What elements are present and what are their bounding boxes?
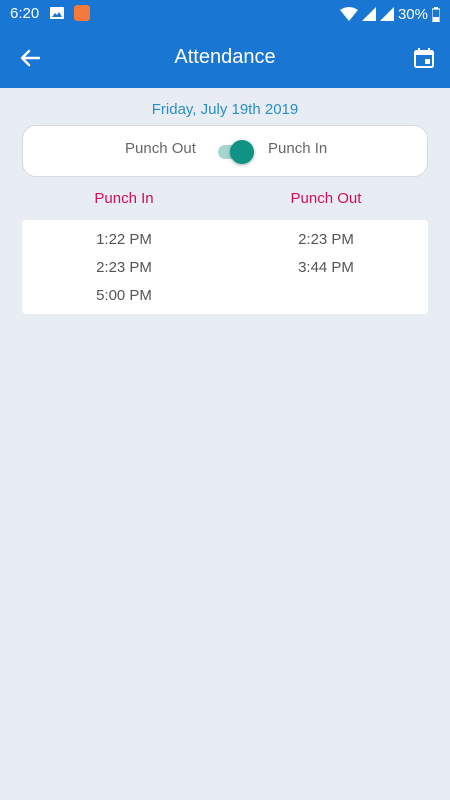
punch-in-time: 2:23 PM <box>96 259 152 276</box>
image-notification-icon <box>50 7 64 19</box>
punch-toggle-switch[interactable] <box>218 140 254 164</box>
switch-thumb <box>230 140 254 164</box>
calendar-icon <box>414 48 434 68</box>
punch-in-toggle-label: Punch In <box>268 140 328 157</box>
punch-out-time: 2:23 PM <box>298 231 354 248</box>
status-bar: 6:20 30% <box>0 0 450 28</box>
punch-in-time: 5:00 PM <box>96 287 152 304</box>
punch-out-column-header: Punch Out <box>290 190 362 207</box>
page-title: Attendance <box>174 46 276 68</box>
punch-times-card: 1:22 PM 2:23 PM 5:00 PM 2:23 PM 3:44 PM <box>22 220 428 314</box>
signal-icon <box>361 7 376 21</box>
calendar-button[interactable] <box>408 43 440 73</box>
wifi-icon <box>339 7 358 21</box>
battery-icon <box>432 6 440 22</box>
app-notification-icon <box>74 5 90 21</box>
selected-date: Friday, July 19th 2019 <box>151 101 299 118</box>
punch-out-time: 3:44 PM <box>298 259 354 276</box>
punch-in-time: 1:22 PM <box>96 231 152 248</box>
status-time: 6:20 <box>10 5 40 22</box>
signal-icon-secondary <box>379 7 394 21</box>
battery-percent: 30% <box>397 5 428 23</box>
punch-in-column-header: Punch In <box>94 190 154 207</box>
punch-out-toggle-label: Punch Out <box>125 140 196 157</box>
punch-out-times-list: 2:23 PM 3:44 PM <box>226 230 426 286</box>
app-bar: Attendance <box>0 28 450 88</box>
punch-in-times-list: 1:22 PM 2:23 PM 5:00 PM <box>24 230 224 314</box>
status-indicators: 30% <box>339 5 440 23</box>
punch-toggle-card: Punch Out Punch In <box>22 125 428 177</box>
